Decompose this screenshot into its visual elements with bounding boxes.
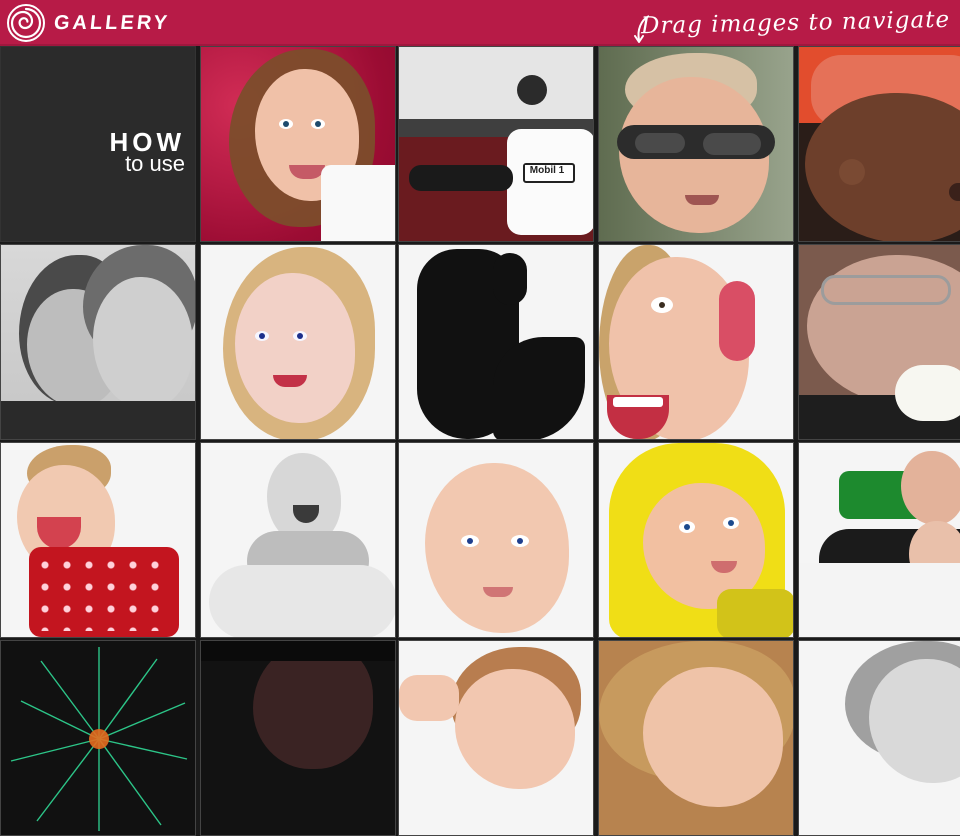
gallery-tile-17[interactable] <box>398 640 594 836</box>
brand-name: GALLERY <box>52 11 172 34</box>
photo <box>599 641 793 835</box>
gallery-tile-8[interactable] <box>598 244 794 440</box>
gallery-tile-13[interactable] <box>598 442 794 638</box>
photo <box>201 245 395 439</box>
top-header: GALLERY Drag images to navigate <box>0 0 960 46</box>
photo <box>799 443 960 637</box>
photo <box>201 443 395 637</box>
gallery-tile-1[interactable] <box>200 46 396 242</box>
gallery-tile-16[interactable] <box>200 640 396 836</box>
fireworks-graphic <box>10 647 188 831</box>
spiral-logo-icon <box>7 4 45 42</box>
photo <box>599 245 793 439</box>
photo <box>799 245 960 439</box>
photo <box>799 47 960 241</box>
brand-logo[interactable]: GALLERY <box>6 4 226 42</box>
gallery-grid[interactable]: HOW to use Mobil 1 <box>0 46 960 836</box>
gallery-tile-9[interactable] <box>798 244 960 440</box>
photo <box>799 641 960 835</box>
gallery-tile-15[interactable] <box>0 640 196 836</box>
gallery-tile-12[interactable] <box>398 442 594 638</box>
gallery-tile-2[interactable]: Mobil 1 <box>398 46 594 242</box>
photo <box>399 443 593 637</box>
gallery-tile-5[interactable] <box>0 244 196 440</box>
photo <box>599 443 793 637</box>
gallery-tile-10[interactable] <box>0 442 196 638</box>
photo: Mobil 1 <box>399 47 593 241</box>
photo <box>201 47 395 241</box>
gallery-tile-7[interactable] <box>398 244 594 440</box>
gallery-tile-6[interactable] <box>200 244 396 440</box>
drag-hint: Drag images to navigate <box>633 2 951 44</box>
photo <box>201 641 395 835</box>
photo <box>1 641 195 835</box>
photo <box>399 245 593 439</box>
gallery-tile-4[interactable] <box>798 46 960 242</box>
drag-hint-text: Drag images to navigate <box>640 6 951 40</box>
gallery-tile-19[interactable] <box>798 640 960 836</box>
gallery-tile-14[interactable] <box>798 442 960 638</box>
photo <box>599 47 793 241</box>
photo <box>1 245 195 439</box>
how-to-use-tile[interactable]: HOW to use <box>0 46 196 242</box>
gallery-tile-3[interactable] <box>598 46 794 242</box>
howto-subtitle: to use <box>125 151 185 176</box>
photo <box>399 641 593 835</box>
photo <box>1 443 195 637</box>
gallery-tile-11[interactable] <box>200 442 396 638</box>
gallery-tile-18[interactable] <box>598 640 794 836</box>
